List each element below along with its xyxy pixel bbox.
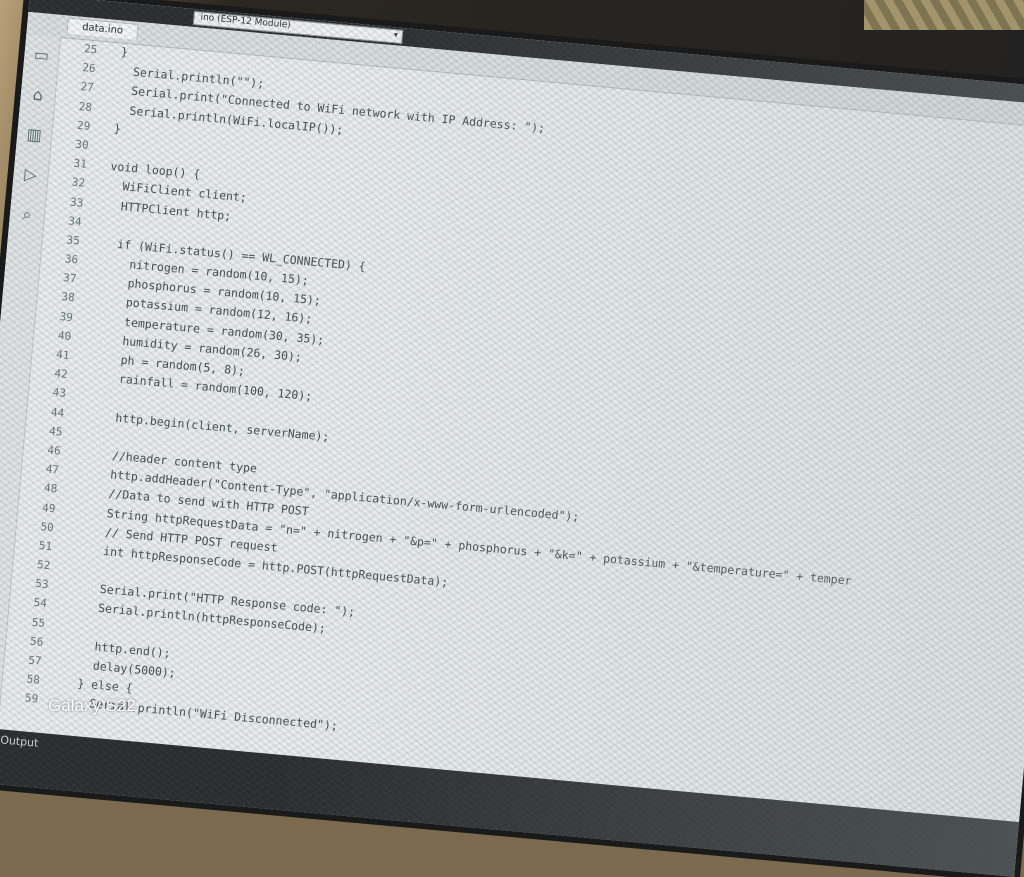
background-decor: [864, 0, 1024, 30]
library-icon[interactable]: ▥: [15, 114, 52, 157]
search-icon[interactable]: ⌕: [8, 193, 45, 236]
line-number: 59: [24, 691, 39, 706]
debug-icon[interactable]: ▷: [12, 153, 49, 196]
tab-file[interactable]: data.ino: [66, 17, 139, 40]
ide-window: ino (ESP-12 Module) ▾ data.ino ▭ ⌂ ▥ ▷ ⌕…: [0, 0, 1024, 877]
boards-icon[interactable]: ⌂: [19, 74, 56, 117]
code-editor[interactable]: } Serial.println(""); Serial.print("Conn…: [43, 41, 1024, 847]
output-tab[interactable]: Output: [0, 733, 39, 749]
camera-watermark: Galaxy S22: [48, 696, 136, 715]
chevron-down-icon: ▾: [393, 30, 399, 40]
folder-icon[interactable]: ▭: [23, 34, 60, 77]
tab-file-label: data.ino: [81, 21, 124, 37]
